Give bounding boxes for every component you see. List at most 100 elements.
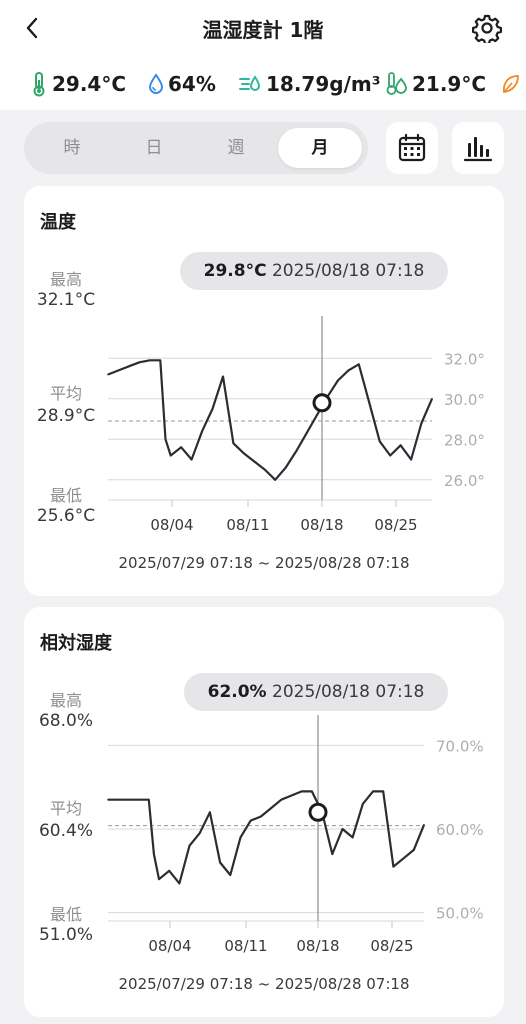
data-point xyxy=(137,798,140,801)
data-point xyxy=(347,369,350,372)
data-point xyxy=(198,832,201,834)
data-point xyxy=(159,359,162,362)
temperature-card: 温度 最高 32.1°C 平均 28.9°C 最低 25.6°C 29.8°C … xyxy=(24,186,504,596)
selected-point-marker xyxy=(308,802,328,822)
y-tick-label: 26.0° xyxy=(444,472,485,490)
data-point xyxy=(392,865,395,868)
data-point xyxy=(211,408,214,410)
hum-date-range: 2025/07/29 07:18 ~ 2025/08/28 07:18 xyxy=(118,975,410,993)
data-point xyxy=(382,790,385,793)
data-point xyxy=(290,794,293,797)
thermometer-icon xyxy=(33,72,45,97)
calendar-icon xyxy=(398,133,426,162)
y-tick-label: 70.0% xyxy=(436,737,484,755)
series-line xyxy=(108,790,426,885)
y-tick-label: 32.0° xyxy=(444,350,485,368)
data-point xyxy=(222,375,224,378)
data-point xyxy=(305,432,308,434)
data-point xyxy=(331,853,334,855)
x-tick-label: 08/04 xyxy=(150,516,193,534)
data-point xyxy=(158,878,160,880)
data-point xyxy=(243,452,245,455)
data-point xyxy=(190,458,193,461)
x-tick-label: 08/04 xyxy=(148,937,191,955)
temperature-chart[interactable]: 32.0° 30.0° 28.0° 26.0° 08/04 08/11 08/18 08/25 xyxy=(24,186,504,546)
dew-point-icon xyxy=(386,72,407,95)
data-point xyxy=(300,790,303,793)
data-point xyxy=(209,811,211,814)
tab-month[interactable]: 月 xyxy=(278,128,362,168)
data-point xyxy=(399,444,402,447)
data-point xyxy=(284,466,287,469)
data-point xyxy=(253,460,256,463)
data-point xyxy=(117,369,120,372)
x-tick-label: 08/18 xyxy=(300,516,343,534)
data-point xyxy=(372,790,374,793)
y-tick-label: 50.0% xyxy=(436,905,484,923)
data-point xyxy=(138,361,141,364)
data-point xyxy=(389,454,391,457)
data-point xyxy=(270,807,272,809)
y-tick-label: 30.0° xyxy=(444,391,485,409)
calendar-button[interactable] xyxy=(386,122,438,174)
data-point xyxy=(410,458,412,461)
data-point xyxy=(164,438,167,441)
data-point xyxy=(423,824,425,826)
absolute-humidity-value: 18.79g/m³ xyxy=(266,72,381,96)
water-drop-icon xyxy=(148,73,164,94)
humidity-reading: 64% xyxy=(148,70,216,98)
leaf-icon xyxy=(503,75,519,94)
x-tick-label: 08/18 xyxy=(296,937,339,955)
humidity-value: 64% xyxy=(168,72,216,96)
leaf-indicator[interactable] xyxy=(500,70,520,98)
data-point xyxy=(316,414,318,416)
temp-date-range: 2025/07/29 07:18 ~ 2025/08/28 07:18 xyxy=(118,554,410,572)
data-point xyxy=(413,849,415,851)
data-point xyxy=(153,853,155,855)
gear-icon xyxy=(472,14,502,43)
tab-day[interactable]: 日 xyxy=(112,128,196,168)
data-point xyxy=(420,422,423,424)
humidity-chart[interactable]: 70.0% 60.0% 50.0% 08/04 08/11 08/18 08/25 xyxy=(24,607,504,967)
current-readings: 29.4°C 64% 18.79g/m³ 21.9°C xyxy=(0,56,526,110)
data-point xyxy=(311,790,313,793)
bar-chart-button[interactable] xyxy=(452,122,504,174)
humidity-card: 相対湿度 最高 68.0% 平均 60.4% 最低 51.0% 62.0% 20… xyxy=(24,607,504,1017)
series-line xyxy=(107,359,434,481)
data-point xyxy=(239,836,242,839)
settings-button[interactable] xyxy=(470,11,504,45)
absolute-humidity-reading: 18.79g/m³ xyxy=(238,70,380,98)
data-point xyxy=(431,397,433,400)
data-point xyxy=(147,798,150,801)
dew-point-reading: 21.9°C xyxy=(386,70,486,98)
data-point xyxy=(128,365,130,368)
bar-chart-icon xyxy=(463,137,493,162)
tab-hour[interactable]: 時 xyxy=(30,128,114,168)
dew-point-value: 21.9°C xyxy=(412,72,487,96)
x-tick-label: 08/25 xyxy=(370,937,413,955)
temperature-reading: 29.4°C xyxy=(30,70,126,98)
data-point xyxy=(260,815,262,818)
data-point xyxy=(169,454,172,457)
data-point xyxy=(229,874,232,876)
temperature-value: 29.4°C xyxy=(52,72,127,96)
data-point xyxy=(178,882,181,885)
data-point xyxy=(274,478,277,481)
tab-week[interactable]: 週 xyxy=(194,128,278,168)
selected-point-marker xyxy=(312,393,332,413)
data-point xyxy=(188,844,191,847)
app-header: 温湿度計 1階 xyxy=(0,0,526,56)
data-point xyxy=(295,450,297,453)
y-tick-label: 60.0% xyxy=(436,821,484,839)
data-point xyxy=(180,446,182,449)
x-tick-label: 08/11 xyxy=(226,516,269,534)
data-point xyxy=(378,440,381,443)
page-title: 温湿度計 1階 xyxy=(202,18,324,42)
y-tick-label: 28.0° xyxy=(444,431,485,449)
data-point xyxy=(107,373,109,376)
data-point xyxy=(107,798,109,801)
data-point xyxy=(280,798,283,801)
data-point xyxy=(232,442,235,445)
data-point xyxy=(351,836,354,839)
data-point xyxy=(149,359,151,362)
